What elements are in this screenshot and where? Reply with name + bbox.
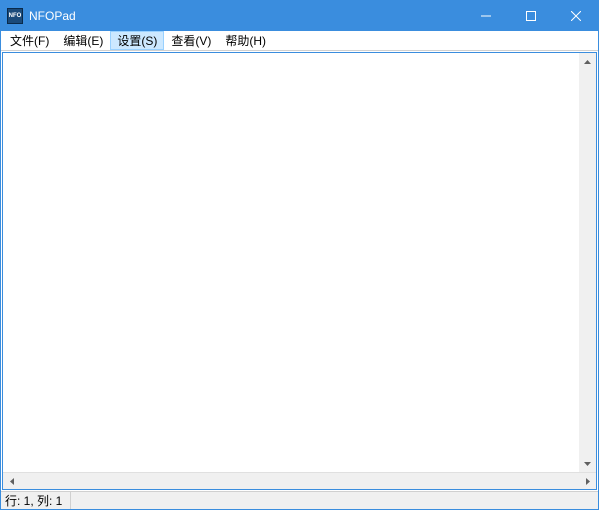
close-button[interactable] — [553, 1, 598, 31]
titlebar[interactable]: NFO NFOPad — [1, 1, 598, 31]
window-title: NFOPad — [29, 9, 463, 23]
app-icon: NFO — [7, 8, 23, 24]
text-editor[interactable] — [3, 53, 579, 472]
maximize-icon — [526, 11, 536, 21]
menubar: 文件(F) 编辑(E) 设置(S) 查看(V) 帮助(H) — [1, 31, 598, 51]
minimize-icon — [481, 11, 491, 21]
application-window: NFO NFOPad 文件(F) 编辑(E) 设置(S) 查看(V) 帮助(H) — [0, 0, 599, 510]
menu-edit[interactable]: 编辑(E) — [56, 31, 110, 50]
editor-area — [3, 53, 596, 472]
scroll-up-arrow-icon[interactable] — [579, 53, 596, 70]
horizontal-scrollbar[interactable] — [3, 472, 596, 489]
statusbar: 行: 1, 列: 1 — [1, 491, 598, 509]
close-icon — [571, 11, 581, 21]
vertical-scrollbar[interactable] — [579, 53, 596, 472]
maximize-button[interactable] — [508, 1, 553, 31]
minimize-button[interactable] — [463, 1, 508, 31]
menu-settings[interactable]: 设置(S) — [110, 31, 164, 50]
menu-help[interactable]: 帮助(H) — [218, 31, 273, 50]
editor-container — [2, 52, 597, 490]
menu-view[interactable]: 查看(V) — [164, 31, 218, 50]
app-icon-text: NFO — [9, 13, 22, 19]
scroll-down-arrow-icon[interactable] — [579, 455, 596, 472]
scroll-left-arrow-icon[interactable] — [3, 473, 20, 490]
menu-file[interactable]: 文件(F) — [3, 31, 56, 50]
window-controls — [463, 1, 598, 31]
scroll-right-arrow-icon[interactable] — [579, 473, 596, 490]
cursor-position: 行: 1, 列: 1 — [5, 492, 71, 509]
